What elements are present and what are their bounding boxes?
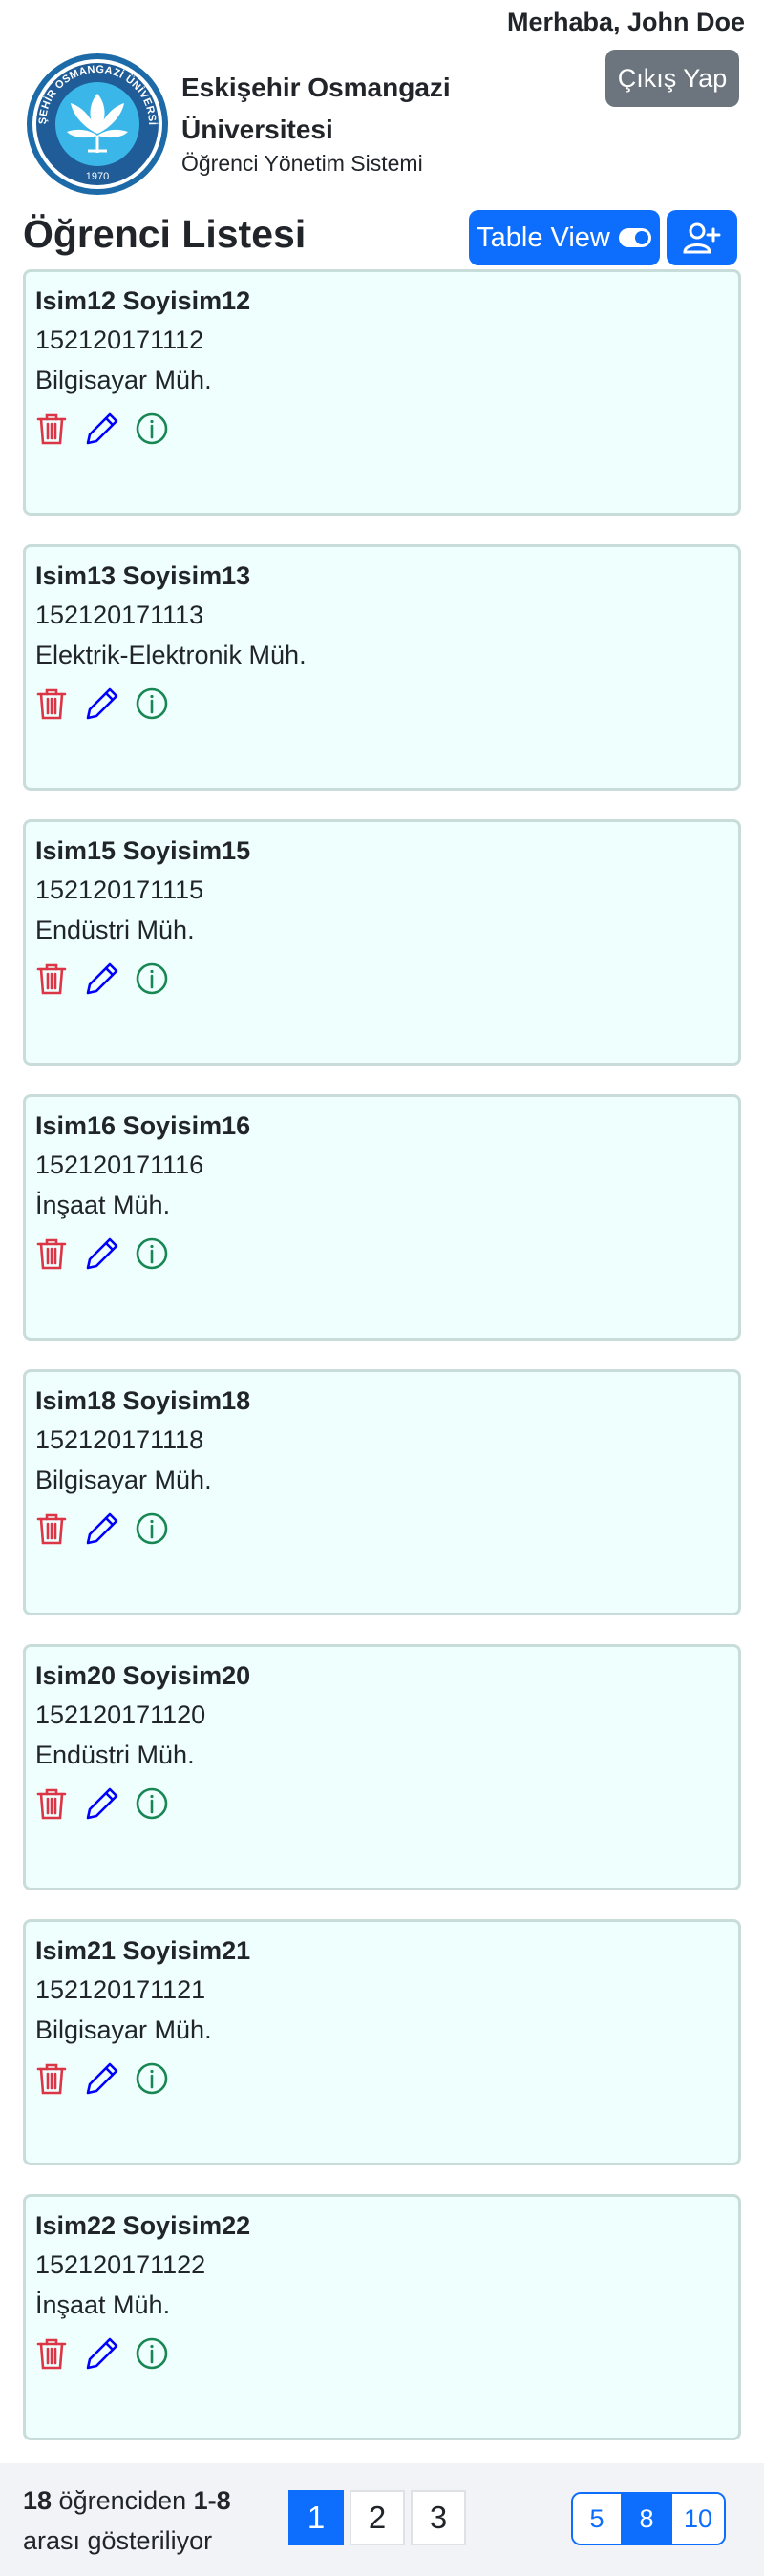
trash-icon[interactable]: [35, 2061, 70, 2096]
student-card: Isim21 Soyisim21 152120171121 Bilgisayar…: [23, 1919, 741, 2165]
student-number: 152120171115: [35, 876, 204, 904]
table-view-toggle-button[interactable]: Table View: [469, 210, 660, 265]
pencil-icon[interactable]: [85, 1786, 119, 1821]
student-department: Elektrik-Elektronik Müh.: [35, 641, 307, 669]
trash-icon[interactable]: [35, 686, 70, 721]
student-name: Isim13 Soyisim13: [35, 561, 251, 590]
student-department: Bilgisayar Müh.: [35, 2016, 212, 2044]
page-button-3[interactable]: 3: [411, 2490, 466, 2545]
page-button-2[interactable]: 2: [350, 2490, 405, 2545]
page-title: Öğrenci Listesi: [23, 212, 307, 256]
student-name: Isim18 Soyisim18: [35, 1386, 251, 1415]
student-number: 152120171122: [35, 2250, 206, 2279]
info-icon[interactable]: [135, 961, 169, 996]
student-name: Isim15 Soyisim15: [35, 836, 251, 865]
student-card: Isim12 Soyisim12 152120171112 Bilgisayar…: [23, 269, 741, 516]
student-number: 152120171120: [35, 1700, 206, 1729]
student-name: Isim21 Soyisim21: [35, 1936, 251, 1965]
page-size-button-5[interactable]: 5: [573, 2494, 623, 2544]
university-logo: ESKİŞEHİR OSMANGAZİ ÜNİVERSİTESİ 1970: [21, 42, 170, 197]
student-number: 152120171112: [35, 326, 204, 354]
person-plus-icon: [683, 222, 721, 254]
student-card: Isim22 Soyisim22 152120171122 İnşaat Müh…: [23, 2194, 741, 2440]
pencil-icon[interactable]: [85, 2336, 119, 2371]
student-department: Bilgisayar Müh.: [35, 1466, 212, 1494]
student-number: 152120171116: [35, 1151, 204, 1179]
student-name: Isim22 Soyisim22: [35, 2211, 251, 2240]
page-size-button-10[interactable]: 10: [672, 2494, 724, 2544]
info-text-end: arası gösteriliyor: [23, 2526, 213, 2555]
pencil-icon[interactable]: [85, 1236, 119, 1271]
info-icon[interactable]: [135, 1786, 169, 1821]
pencil-icon[interactable]: [85, 1511, 119, 1546]
trash-icon[interactable]: [35, 961, 70, 996]
student-department: Bilgisayar Müh.: [35, 366, 212, 394]
student-department: İnşaat Müh.: [35, 1191, 171, 1219]
info-icon[interactable]: [135, 1236, 169, 1271]
info-text-middle: öğrenciden: [52, 2486, 194, 2515]
student-number: 152120171118: [35, 1425, 204, 1454]
info-icon[interactable]: [135, 2061, 169, 2096]
page-buttons: 123: [288, 2490, 466, 2545]
total-count: 18: [23, 2486, 53, 2515]
student-name: Isim20 Soyisim20: [35, 1661, 251, 1690]
student-card: Isim13 Soyisim13 152120171113 Elektrik-E…: [23, 544, 741, 791]
info-icon[interactable]: [135, 1511, 169, 1546]
pencil-icon[interactable]: [85, 2061, 119, 2096]
trash-icon[interactable]: [35, 412, 70, 446]
logout-button[interactable]: Çıkış Yap: [605, 50, 739, 107]
user-greeting: Merhaba, John Doe: [506, 8, 745, 36]
student-number: 152120171113: [35, 601, 204, 629]
pencil-icon[interactable]: [85, 412, 119, 446]
pagination-info: 18 öğrenciden 1-8 arası gösteriliyor: [23, 2481, 271, 2561]
student-card: Isim20 Soyisim20 152120171120 Endüstri M…: [23, 1644, 741, 1890]
trash-icon[interactable]: [35, 1511, 70, 1546]
student-card: Isim15 Soyisim15 152120171115 Endüstri M…: [23, 819, 741, 1066]
university-name: Eskişehir Osmangazi Üniversitesi: [181, 73, 451, 144]
student-name: Isim16 Soyisim16: [35, 1111, 251, 1140]
table-view-label: Table View: [477, 222, 610, 253]
info-icon[interactable]: [135, 686, 169, 721]
logo-year: 1970: [86, 171, 109, 182]
student-name: Isim12 Soyisim12: [35, 286, 251, 315]
student-department: İnşaat Müh.: [35, 2291, 171, 2319]
add-student-button[interactable]: [667, 210, 737, 265]
page-button-1[interactable]: 1: [288, 2490, 344, 2545]
page-size-selector: 5 8 10: [571, 2492, 726, 2545]
info-icon[interactable]: [135, 2336, 169, 2371]
trash-icon[interactable]: [35, 2336, 70, 2371]
pagination-footer: 18 öğrenciden 1-8 arası gösteriliyor 123…: [0, 2463, 764, 2576]
student-number: 152120171121: [35, 1975, 206, 2004]
student-department: Endüstri Müh.: [35, 916, 195, 944]
student-card: Isim16 Soyisim16 152120171116 İnşaat Müh…: [23, 1094, 741, 1341]
trash-icon[interactable]: [35, 1236, 70, 1271]
trash-icon[interactable]: [35, 1786, 70, 1821]
pencil-icon[interactable]: [85, 961, 119, 996]
student-card: Isim18 Soyisim18 152120171118 Bilgisayar…: [23, 1369, 741, 1615]
shown-range: 1-8: [193, 2486, 231, 2515]
student-department: Endüstri Müh.: [35, 1741, 195, 1769]
system-name: Öğrenci Yönetim Sistemi: [181, 151, 423, 176]
info-icon[interactable]: [135, 412, 169, 446]
toggle-icon: [618, 227, 652, 248]
page-size-button-8[interactable]: 8: [623, 2494, 672, 2544]
pencil-icon[interactable]: [85, 686, 119, 721]
